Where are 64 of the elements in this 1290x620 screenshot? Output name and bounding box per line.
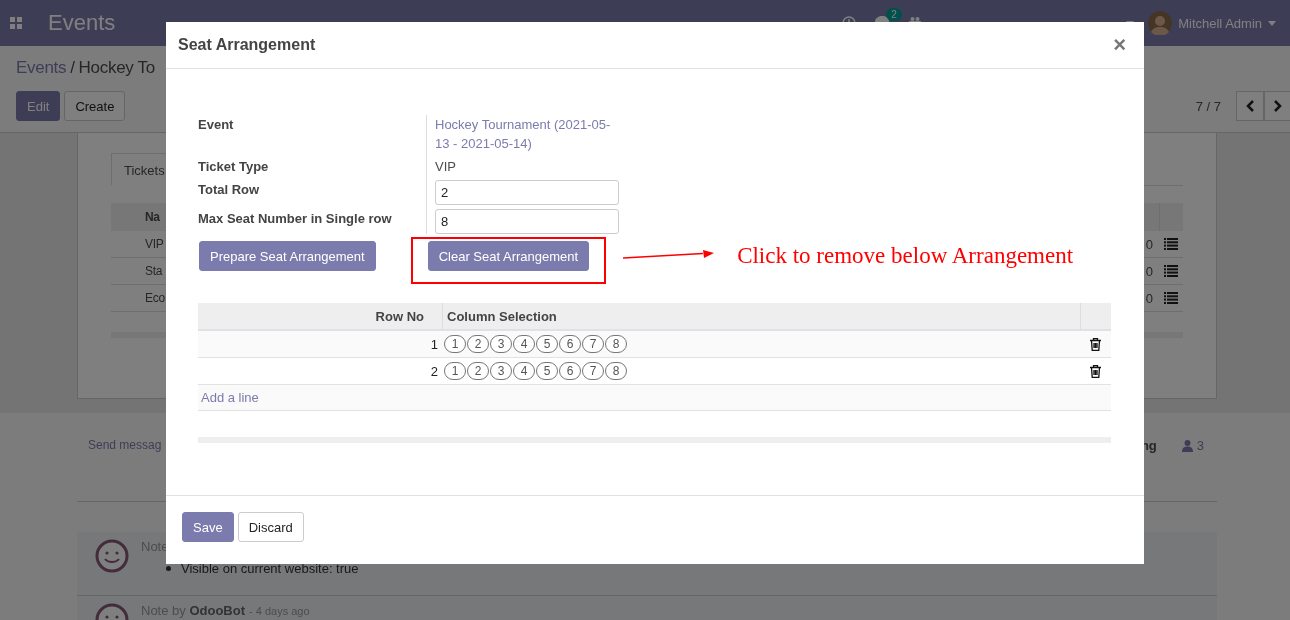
table-cell: VIP (145, 237, 164, 251)
seat-number[interactable]: 3 (490, 362, 512, 380)
column-header: Na (145, 210, 160, 224)
field-value: VIP (435, 159, 456, 174)
chevron-left-icon (1246, 100, 1254, 112)
add-line-link[interactable]: Add a line (201, 390, 259, 405)
annotation-text: Click to remove below Arrangement (737, 243, 1074, 269)
delete-icon[interactable] (1090, 364, 1101, 378)
seat-number[interactable]: 8 (605, 335, 627, 353)
user-icon[interactable] (1181, 439, 1193, 452)
clear-button[interactable]: Clear Seat Arrangement (427, 241, 590, 271)
save-button[interactable]: Save (182, 512, 234, 542)
discard-button[interactable]: Discard (237, 512, 304, 542)
input-field[interactable]: 2 (435, 180, 619, 205)
breadcrumb-separator: / (70, 57, 75, 79)
seat-number[interactable]: 7 (582, 362, 604, 380)
seat-number[interactable]: 5 (536, 335, 558, 353)
chevron-right-icon (1273, 100, 1282, 112)
input-field[interactable]: 8 (435, 209, 619, 234)
seat-number[interactable]: 7 (582, 335, 604, 353)
table-cell: Sta (145, 264, 163, 278)
seat-number[interactable]: 4 (513, 362, 535, 380)
table-cell: 0 (1145, 263, 1153, 279)
pager-counter: 7 / 7 (1195, 98, 1221, 114)
apps-icon[interactable] (10, 17, 22, 29)
seat-number[interactable]: 1 (444, 362, 466, 380)
event-link[interactable]: Hockey Tournament (2021-05-13 - 2021-05-14) (435, 115, 611, 153)
next-button[interactable] (1264, 91, 1290, 121)
table-cell: 0 (1145, 290, 1153, 306)
seat-number[interactable]: 1 (444, 335, 466, 353)
dialog-title: Seat Arrangement (178, 36, 316, 54)
field-label: Ticket Type (198, 158, 270, 176)
seat-number[interactable]: 4 (513, 335, 535, 353)
seat-number[interactable]: 6 (559, 335, 581, 353)
seat-number[interactable]: 2 (467, 335, 489, 353)
field-label: Max Seat Number in Single row (198, 210, 393, 228)
close-button[interactable]: × (1107, 32, 1132, 58)
prepare-button[interactable]: Prepare Seat Arrangement (199, 241, 376, 271)
table-cell: 0 (1145, 236, 1153, 252)
breadcrumb-current: Hockey To (78, 57, 155, 79)
seat-number[interactable]: 8 (605, 362, 627, 380)
table-cell: Eco (145, 291, 165, 305)
list-icon[interactable] (1164, 292, 1178, 304)
caret-icon (1268, 20, 1276, 26)
previous-button[interactable] (1236, 91, 1264, 121)
list-icon[interactable] (1164, 265, 1178, 277)
list-icon[interactable] (1164, 238, 1178, 250)
column-header: Row No (375, 308, 424, 324)
seat-number[interactable]: 6 (559, 362, 581, 380)
seat-number[interactable]: 3 (490, 335, 512, 353)
message-text: Visible on current website: true (181, 561, 359, 576)
app-title: Events (48, 10, 116, 36)
row-number: 2 (430, 363, 438, 379)
notification-badge: 2 (886, 7, 902, 21)
create-button[interactable]: Create (64, 91, 126, 121)
row-number: 1 (430, 336, 438, 352)
smiley-icon (95, 539, 129, 573)
delete-icon[interactable] (1090, 337, 1101, 351)
field-label: Total Row (198, 181, 261, 199)
field-label: Event (198, 116, 235, 134)
seat-number[interactable]: 5 (536, 362, 558, 380)
bullet-icon (166, 566, 171, 571)
seat-number[interactable]: 2 (467, 362, 489, 380)
column-header: Column Selection (447, 308, 557, 324)
